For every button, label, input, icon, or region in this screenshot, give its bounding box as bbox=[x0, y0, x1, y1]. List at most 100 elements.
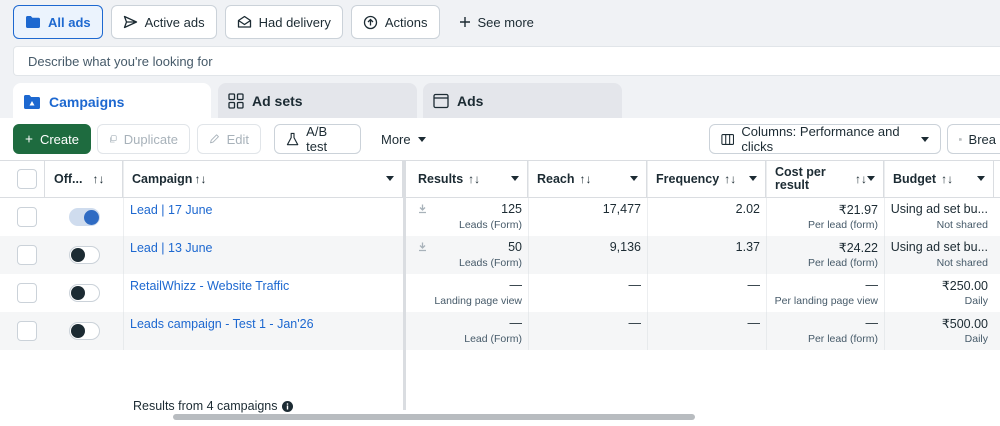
caret-down-icon bbox=[417, 136, 426, 142]
results-value: — bbox=[509, 316, 523, 330]
header-frequency-label: Frequency bbox=[656, 172, 720, 186]
plus-icon bbox=[25, 135, 33, 143]
filter-bar: All ads Active ads Had delivery Actions … bbox=[0, 0, 1000, 44]
cost-per-result-type: Per lead (form) bbox=[807, 219, 878, 231]
tab-ad-sets[interactable]: Ad sets bbox=[218, 83, 417, 119]
cost-per-result-value: — bbox=[865, 278, 879, 292]
info-icon[interactable] bbox=[281, 400, 293, 412]
campaign-folder-icon bbox=[24, 94, 40, 109]
column-divider bbox=[123, 160, 124, 350]
table-row[interactable]: Lead | 17 June 125 Leads (Form) 17,477 2.02 ₹… bbox=[0, 198, 1000, 236]
grid-icon bbox=[228, 93, 244, 109]
frequency-value: 2.02 bbox=[735, 202, 760, 216]
column-divider bbox=[884, 160, 885, 350]
results-value: — bbox=[509, 278, 523, 292]
row-checkbox[interactable] bbox=[17, 283, 37, 303]
columns-button[interactable]: Columns: Performance and clicks bbox=[709, 124, 941, 154]
reach-value: — bbox=[628, 278, 642, 292]
column-menu-icon[interactable] bbox=[867, 176, 875, 181]
window-icon bbox=[433, 93, 449, 109]
edit-button[interactable]: Edit bbox=[197, 124, 261, 154]
results-type: Lead (Form) bbox=[464, 333, 522, 345]
copy-icon bbox=[110, 135, 117, 143]
cost-per-result-type: Per landing page view bbox=[774, 295, 878, 307]
filter-actions-label: Actions bbox=[384, 14, 428, 30]
more-button[interactable]: More bbox=[370, 124, 434, 154]
results-type: Landing page view bbox=[434, 295, 522, 307]
header-cost-per-result[interactable]: Cost per result ↑↓ bbox=[766, 160, 884, 198]
filter-all-ads[interactable]: All ads bbox=[13, 5, 103, 39]
results-summary: Results from 4 campaigns bbox=[133, 399, 293, 413]
tab-campaigns[interactable]: Campaigns bbox=[13, 83, 211, 120]
frequency-value: — bbox=[747, 316, 761, 330]
column-menu-icon[interactable] bbox=[511, 176, 519, 181]
breakdown-label: Brea bbox=[968, 131, 996, 147]
table-row[interactable]: RetailWhizz - Website Traffic — Landing pa… bbox=[0, 274, 1000, 312]
column-menu-icon[interactable] bbox=[386, 176, 394, 181]
columns-label: Columns: Performance and clicks bbox=[741, 124, 900, 154]
search-input[interactable]: Describe what you're looking for bbox=[13, 46, 1000, 76]
campaign-name-link[interactable]: Leads campaign - Test 1 - Jan'26 bbox=[130, 317, 314, 331]
budget-type: Not shared bbox=[936, 219, 988, 231]
filter-actions[interactable]: Actions bbox=[350, 5, 440, 39]
results-summary-text: Results from 4 campaigns bbox=[133, 399, 278, 413]
breakdown-button[interactable]: Brea bbox=[947, 124, 1000, 154]
cost-per-result-type: Per lead (form) bbox=[807, 257, 878, 269]
column-menu-icon[interactable] bbox=[630, 176, 638, 181]
campaign-toggle[interactable] bbox=[69, 322, 100, 340]
more-label: More bbox=[381, 131, 411, 147]
columns-icon bbox=[721, 133, 735, 145]
create-button[interactable]: Create bbox=[13, 124, 91, 154]
campaign-toggle[interactable] bbox=[69, 284, 100, 302]
column-menu-icon[interactable] bbox=[749, 176, 757, 181]
toggle-knob bbox=[71, 324, 85, 338]
campaign-name-link[interactable]: RetailWhizz - Website Traffic bbox=[130, 279, 289, 293]
table-row[interactable]: Leads campaign - Test 1 - Jan'26 — Lead (F… bbox=[0, 312, 1000, 350]
campaigns-panel: Create Duplicate Edit A/B test More Colu… bbox=[0, 118, 1000, 426]
sort-icon[interactable]: ↑↓ bbox=[92, 172, 104, 186]
sort-icon[interactable]: ↑↓ bbox=[941, 172, 953, 186]
header-reach[interactable]: Reach ↑↓ bbox=[528, 160, 647, 198]
sort-icon[interactable]: ↑↓ bbox=[194, 172, 206, 186]
filter-had-delivery-label: Had delivery bbox=[258, 14, 331, 30]
budget-value: Using ad set bu... bbox=[890, 240, 988, 254]
duplicate-label: Duplicate bbox=[123, 131, 178, 147]
tab-ads[interactable]: Ads bbox=[423, 83, 622, 119]
row-checkbox[interactable] bbox=[17, 321, 37, 341]
ab-test-button[interactable]: A/B test bbox=[274, 124, 361, 154]
campaign-toggle[interactable] bbox=[69, 208, 100, 226]
sort-icon[interactable]: ↑↓ bbox=[580, 172, 592, 186]
filter-had-delivery[interactable]: Had delivery bbox=[224, 5, 343, 39]
header-cost-label: Cost per result bbox=[775, 166, 826, 192]
see-more-button[interactable]: See more bbox=[448, 5, 545, 39]
campaign-name-link[interactable]: Lead | 13 June bbox=[130, 241, 212, 255]
sort-icon[interactable]: ↑↓ bbox=[468, 172, 480, 186]
tab-ad-sets-label: Ad sets bbox=[252, 93, 303, 109]
campaign-name-link[interactable]: Lead | 17 June bbox=[130, 203, 212, 217]
results-value: 125 bbox=[501, 202, 522, 216]
folder-icon bbox=[26, 16, 40, 28]
filter-active-ads[interactable]: Active ads bbox=[110, 5, 217, 39]
header-budget[interactable]: Budget ↑↓ bbox=[884, 160, 994, 198]
header-off-on[interactable]: Off... ↑↓ bbox=[45, 160, 123, 198]
sort-icon[interactable]: ↑↓ bbox=[855, 172, 867, 186]
row-checkbox[interactable] bbox=[17, 207, 37, 227]
pencil-icon bbox=[210, 134, 219, 144]
header-frequency[interactable]: Frequency ↑↓ bbox=[647, 160, 766, 198]
header-campaign[interactable]: Campaign ↑↓ bbox=[123, 160, 403, 198]
duplicate-button[interactable]: Duplicate bbox=[97, 124, 190, 154]
budget-value: Using ad set bu... bbox=[890, 202, 988, 216]
budget-value: ₹500.00 bbox=[941, 317, 988, 331]
sort-icon[interactable]: ↑↓ bbox=[724, 172, 736, 186]
horizontal-scrollbar[interactable] bbox=[173, 414, 695, 420]
row-checkbox[interactable] bbox=[17, 245, 37, 265]
header-results[interactable]: Results ↑↓ bbox=[409, 160, 528, 198]
edit-label: Edit bbox=[226, 131, 249, 147]
header-reach-label: Reach bbox=[537, 172, 575, 186]
table-row[interactable]: Lead | 13 June 50 Leads (Form) 9,136 1.37 ₹24… bbox=[0, 236, 1000, 274]
campaign-toggle[interactable] bbox=[69, 246, 100, 264]
select-all-checkbox[interactable] bbox=[17, 169, 37, 189]
results-type: Leads (Form) bbox=[458, 257, 522, 269]
see-more-label: See more bbox=[477, 14, 534, 30]
column-menu-icon[interactable] bbox=[977, 176, 985, 181]
